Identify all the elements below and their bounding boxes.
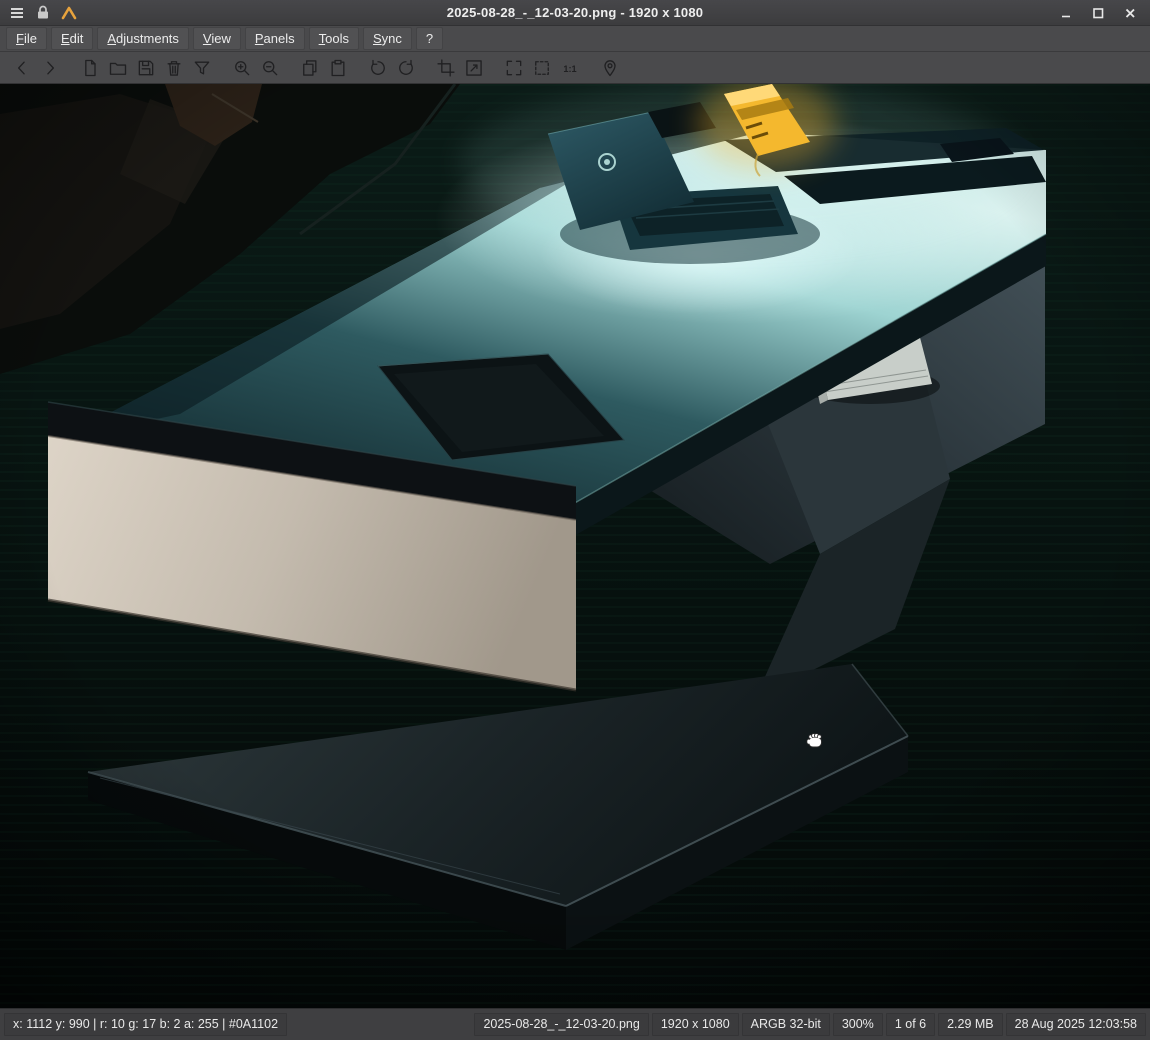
status-file-size: 2.29 MB — [938, 1012, 1003, 1037]
menubar: File Edit Adjustments View Panels Tools … — [0, 26, 1150, 52]
crop-icon — [436, 58, 456, 78]
pixel-info: x: 1112 y: 990 | r: 10 g: 17 b: 2 a: 255… — [4, 1012, 288, 1037]
map-pin-icon — [600, 58, 620, 78]
toolbar: 1:1 — [0, 52, 1150, 84]
one-to-one-icon: 1:1 — [563, 63, 576, 73]
resize-icon — [464, 58, 484, 78]
menu-file[interactable]: File — [6, 26, 47, 51]
window-title: 2025-08-28_-_12-03-20.png - 1920 x 1080 — [446, 5, 704, 20]
chevron-right-icon — [40, 58, 60, 78]
status-image-index: 1 of 6 — [885, 1012, 936, 1037]
open-file-button[interactable] — [76, 54, 104, 82]
filter-button[interactable] — [188, 54, 216, 82]
paste-clipboard-icon — [328, 58, 348, 78]
paste-button[interactable] — [324, 54, 352, 82]
zoom-in-button[interactable] — [228, 54, 256, 82]
crop-button[interactable] — [432, 54, 460, 82]
status-color-format: ARGB 32-bit — [741, 1012, 830, 1037]
resize-button[interactable] — [460, 54, 488, 82]
trash-icon — [164, 58, 184, 78]
rotate-cw-button[interactable] — [392, 54, 420, 82]
rotate-cw-icon — [396, 58, 416, 78]
frameless-button[interactable] — [528, 54, 556, 82]
next-image-button[interactable] — [36, 54, 64, 82]
frameless-window-icon — [532, 58, 552, 78]
menu-adjustments[interactable]: Adjustments — [97, 26, 189, 51]
vignette — [0, 84, 1150, 1008]
hamburger-menu-icon[interactable] — [8, 4, 26, 22]
status-dimensions: 1920 x 1080 — [651, 1012, 739, 1037]
actual-size-button[interactable]: 1:1 — [556, 54, 584, 82]
menu-sync[interactable]: Sync — [362, 26, 412, 51]
minimize-button[interactable] — [1052, 3, 1080, 23]
file-icon — [80, 58, 100, 78]
menu-panels[interactable]: Panels — [244, 26, 305, 51]
statusbar: x: 1112 y: 990 | r: 10 g: 17 b: 2 a: 255… — [0, 1008, 1150, 1040]
svg-text:1:1: 1:1 — [563, 63, 576, 73]
nomacs-logo-icon — [60, 4, 78, 22]
image-content — [0, 84, 1150, 1008]
menu-view[interactable]: View — [192, 26, 241, 51]
close-button[interactable] — [1116, 3, 1144, 23]
copy-button[interactable] — [296, 54, 324, 82]
funnel-filter-icon — [192, 58, 212, 78]
copy-icon — [300, 58, 320, 78]
pan-hand-cursor — [806, 733, 822, 748]
zoom-out-icon — [260, 58, 280, 78]
rotate-ccw-icon — [368, 58, 388, 78]
titlebar[interactable]: 2025-08-28_-_12-03-20.png - 1920 x 1080 — [0, 0, 1150, 26]
menu-help[interactable]: ? — [415, 26, 444, 51]
floppy-save-icon — [136, 58, 156, 78]
status-modified-date: 28 Aug 2025 12:03:58 — [1005, 1012, 1146, 1037]
status-zoom-level: 300% — [832, 1012, 883, 1037]
lock-icon[interactable] — [34, 4, 52, 22]
menu-edit[interactable]: Edit — [50, 26, 94, 51]
previous-image-button[interactable] — [8, 54, 36, 82]
menu-tools[interactable]: Tools — [308, 26, 359, 51]
fullscreen-button[interactable] — [500, 54, 528, 82]
save-button[interactable] — [132, 54, 160, 82]
location-button[interactable] — [596, 54, 624, 82]
app-window: 2025-08-28_-_12-03-20.png - 1920 x 1080 … — [0, 0, 1150, 1040]
rotate-ccw-button[interactable] — [364, 54, 392, 82]
folder-icon — [108, 58, 128, 78]
zoom-out-button[interactable] — [256, 54, 284, 82]
delete-button[interactable] — [160, 54, 188, 82]
fullscreen-icon — [504, 58, 524, 78]
chevron-left-icon — [12, 58, 32, 78]
maximize-button[interactable] — [1084, 3, 1112, 23]
image-canvas[interactable] — [0, 84, 1150, 1008]
zoom-in-icon — [232, 58, 252, 78]
status-filename: 2025-08-28_-_12-03-20.png — [474, 1012, 649, 1037]
open-folder-button[interactable] — [104, 54, 132, 82]
